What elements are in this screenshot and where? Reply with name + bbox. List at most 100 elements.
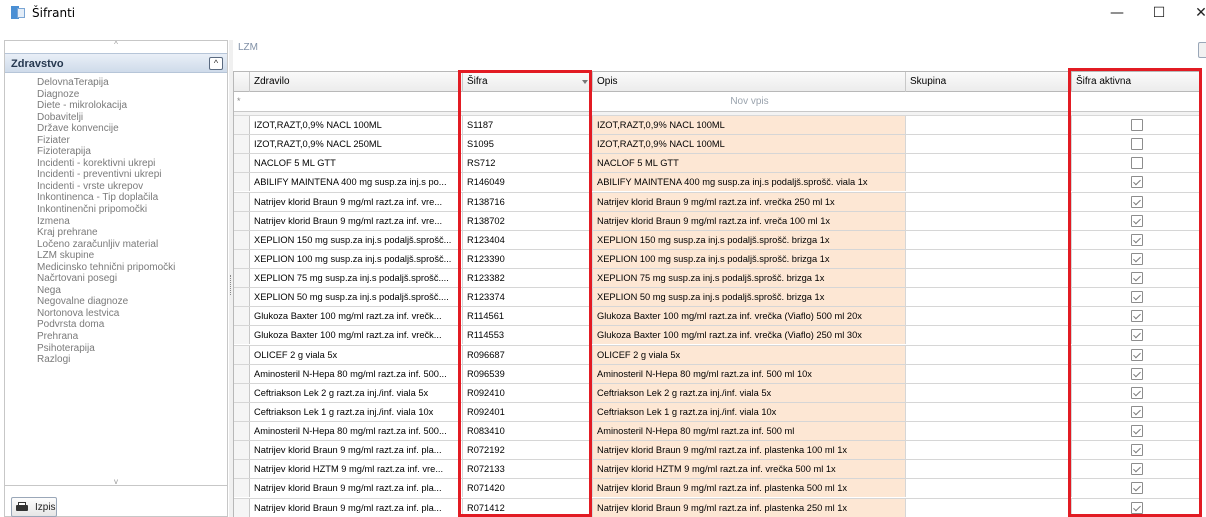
cell-sifra-aktivna[interactable] bbox=[1072, 460, 1201, 478]
cell-skupina[interactable] bbox=[906, 364, 1072, 383]
table-row[interactable]: XEPLION 100 mg susp.za inj.s podaljš.spr… bbox=[234, 249, 1201, 269]
cell-sifra[interactable]: R146049 bbox=[463, 173, 593, 192]
cell-zdravilo[interactable]: XEPLION 75 mg susp.za inj.s podaljš.spro… bbox=[250, 269, 463, 287]
column-header-sifra[interactable]: Šifra bbox=[463, 72, 593, 92]
sidebar-item[interactable]: Diagnoze bbox=[5, 89, 227, 101]
column-header-opis[interactable]: Opis bbox=[593, 72, 906, 92]
table-row[interactable]: XEPLION 50 mg susp.za inj.s podaljš.spro… bbox=[234, 288, 1201, 308]
cell-opis[interactable]: XEPLION 75 mg susp.za inj.s podaljš.spro… bbox=[593, 269, 906, 287]
cell-sifra[interactable]: R071420 bbox=[463, 479, 593, 498]
cell-skupina[interactable] bbox=[906, 498, 1072, 517]
sidebar-item[interactable]: LZM skupine bbox=[5, 250, 227, 262]
cell-skupina[interactable] bbox=[906, 249, 1072, 268]
cell-zdravilo[interactable]: Aminosteril N-Hepa 80 mg/ml razt.za inf.… bbox=[250, 364, 463, 383]
filter-dropdown-icon[interactable] bbox=[582, 80, 588, 84]
row-selector[interactable] bbox=[234, 269, 250, 287]
cell-zdravilo[interactable]: XEPLION 150 mg susp.za inj.s podaljš.spr… bbox=[250, 230, 463, 249]
cell-opis[interactable]: OLICEF 2 g viala 5x bbox=[593, 345, 906, 364]
sidebar-item[interactable]: Podvrsta doma bbox=[5, 319, 227, 331]
collapse-icon[interactable]: ^ bbox=[209, 57, 223, 70]
cell-sifra[interactable]: R114553 bbox=[463, 326, 593, 345]
cell-skupina[interactable] bbox=[906, 345, 1072, 364]
cell-skupina[interactable] bbox=[906, 135, 1072, 154]
splitter-grip[interactable] bbox=[230, 275, 232, 295]
cell-sifra[interactable]: R092410 bbox=[463, 383, 593, 402]
cell-sifra[interactable]: R114561 bbox=[463, 307, 593, 326]
cell-skupina[interactable] bbox=[906, 192, 1072, 211]
active-checkbox[interactable] bbox=[1130, 119, 1143, 131]
active-checkbox[interactable] bbox=[1130, 501, 1143, 514]
row-selector[interactable] bbox=[234, 192, 250, 211]
table-row[interactable]: Aminosteril N-Hepa 80 mg/ml razt.za inf.… bbox=[234, 422, 1201, 442]
table-row[interactable]: Natrijev klorid Braun 9 mg/ml razt.za in… bbox=[234, 479, 1201, 499]
cell-sifra-aktivna[interactable] bbox=[1072, 326, 1201, 344]
active-checkbox[interactable] bbox=[1130, 138, 1143, 151]
active-checkbox[interactable] bbox=[1130, 272, 1143, 284]
table-row[interactable]: Glukoza Baxter 100 mg/ml razt.za inf. vr… bbox=[234, 307, 1201, 327]
cell-sifra-aktivna[interactable] bbox=[1072, 135, 1201, 153]
cell-skupina[interactable] bbox=[906, 479, 1072, 498]
row-selector[interactable] bbox=[234, 173, 250, 192]
sidebar-scroll-up[interactable]: ^ bbox=[5, 41, 227, 51]
row-selector[interactable] bbox=[234, 498, 250, 517]
cell-sifra[interactable]: R123374 bbox=[463, 288, 593, 307]
cell-opis[interactable]: Aminosteril N-Hepa 80 mg/ml razt.za inf.… bbox=[593, 422, 906, 440]
table-row[interactable]: Natrijev klorid Braun 9 mg/ml razt.za in… bbox=[234, 498, 1201, 517]
cell-sifra[interactable]: R123382 bbox=[463, 269, 593, 287]
cell-opis[interactable]: XEPLION 100 mg susp.za inj.s podaljš.spr… bbox=[593, 249, 906, 268]
sidebar-item[interactable]: Negovalne diagnoze bbox=[5, 296, 227, 308]
sidebar-item[interactable]: Nega bbox=[5, 285, 227, 297]
cell-sifra[interactable]: R083410 bbox=[463, 422, 593, 440]
active-checkbox[interactable] bbox=[1130, 329, 1143, 342]
cell-skupina[interactable] bbox=[906, 230, 1072, 249]
sidebar-item[interactable]: Razlogi bbox=[5, 354, 227, 366]
cell-skupina[interactable] bbox=[906, 460, 1072, 479]
close-button[interactable]: ✕ bbox=[1178, 0, 1206, 26]
active-checkbox[interactable] bbox=[1130, 386, 1143, 399]
table-row[interactable]: Ceftriakson Lek 1 g razt.za inj./inf. vi… bbox=[234, 402, 1201, 422]
cell-skupina[interactable] bbox=[906, 211, 1072, 230]
row-selector[interactable] bbox=[234, 211, 250, 230]
cell-skupina[interactable] bbox=[906, 326, 1072, 345]
column-header-zdravilo[interactable]: Zdravilo bbox=[250, 72, 463, 92]
row-selector[interactable] bbox=[234, 230, 250, 249]
table-row[interactable]: ABILIFY MAINTENA 400 mg susp.za inj.s po… bbox=[234, 173, 1201, 193]
cell-opis[interactable]: Glukoza Baxter 100 mg/ml razt.za inf. vr… bbox=[593, 307, 906, 326]
cell-sifra-aktivna[interactable] bbox=[1072, 365, 1201, 383]
active-checkbox[interactable] bbox=[1130, 482, 1143, 495]
cell-opis[interactable]: Natrijev klorid Braun 9 mg/ml razt.za in… bbox=[593, 441, 906, 460]
cell-skupina[interactable] bbox=[906, 307, 1072, 326]
cell-opis[interactable]: Natrijev klorid Braun 9 mg/ml razt.za in… bbox=[593, 479, 906, 498]
row-selector[interactable] bbox=[234, 460, 250, 479]
cell-sifra-aktivna[interactable] bbox=[1072, 307, 1201, 325]
cell-opis[interactable]: IZOT,RAZT,0,9% NACL 100ML bbox=[593, 116, 906, 134]
active-checkbox[interactable] bbox=[1130, 463, 1143, 476]
cell-sifra-aktivna[interactable] bbox=[1072, 269, 1201, 287]
row-selector[interactable] bbox=[234, 135, 250, 154]
cell-sifra[interactable]: R072192 bbox=[463, 441, 593, 460]
sidebar-item[interactable]: Diete - mikrolokacija bbox=[5, 100, 227, 112]
cell-zdravilo[interactable]: IZOT,RAZT,0,9% NACL 250ML bbox=[250, 135, 463, 154]
row-selector[interactable] bbox=[234, 326, 250, 345]
active-checkbox[interactable] bbox=[1130, 444, 1143, 457]
sidebar-item[interactable]: Incidenti - preventivni ukrepi bbox=[5, 169, 227, 181]
cell-skupina[interactable] bbox=[906, 154, 1072, 173]
cell-zdravilo[interactable]: XEPLION 50 mg susp.za inj.s podaljš.spro… bbox=[250, 288, 463, 307]
active-checkbox[interactable] bbox=[1130, 291, 1143, 304]
cell-sifra-aktivna[interactable] bbox=[1072, 288, 1201, 306]
cell-sifra[interactable]: RS712 bbox=[463, 154, 593, 173]
cell-zdravilo[interactable]: IZOT,RAZT,0,9% NACL 100ML bbox=[250, 116, 463, 134]
row-selector[interactable] bbox=[234, 383, 250, 402]
table-row[interactable]: XEPLION 150 mg susp.za inj.s podaljš.spr… bbox=[234, 230, 1201, 250]
cell-sifra[interactable]: S1095 bbox=[463, 135, 593, 154]
row-selector[interactable] bbox=[234, 441, 250, 460]
minimize-button[interactable]: — bbox=[1094, 0, 1140, 26]
cell-sifra-aktivna[interactable] bbox=[1072, 116, 1201, 134]
cell-zdravilo[interactable]: Natrijev klorid Braun 9 mg/ml razt.za in… bbox=[250, 498, 463, 517]
table-row[interactable]: Glukoza Baxter 100 mg/ml razt.za inf. vr… bbox=[234, 326, 1201, 346]
maximize-button[interactable]: ☐ bbox=[1136, 0, 1182, 26]
cell-sifra-aktivna[interactable] bbox=[1072, 250, 1201, 268]
cell-zdravilo[interactable]: Glukoza Baxter 100 mg/ml razt.za inf. vr… bbox=[250, 307, 463, 326]
row-selector[interactable] bbox=[234, 116, 250, 134]
active-checkbox[interactable] bbox=[1130, 405, 1143, 418]
